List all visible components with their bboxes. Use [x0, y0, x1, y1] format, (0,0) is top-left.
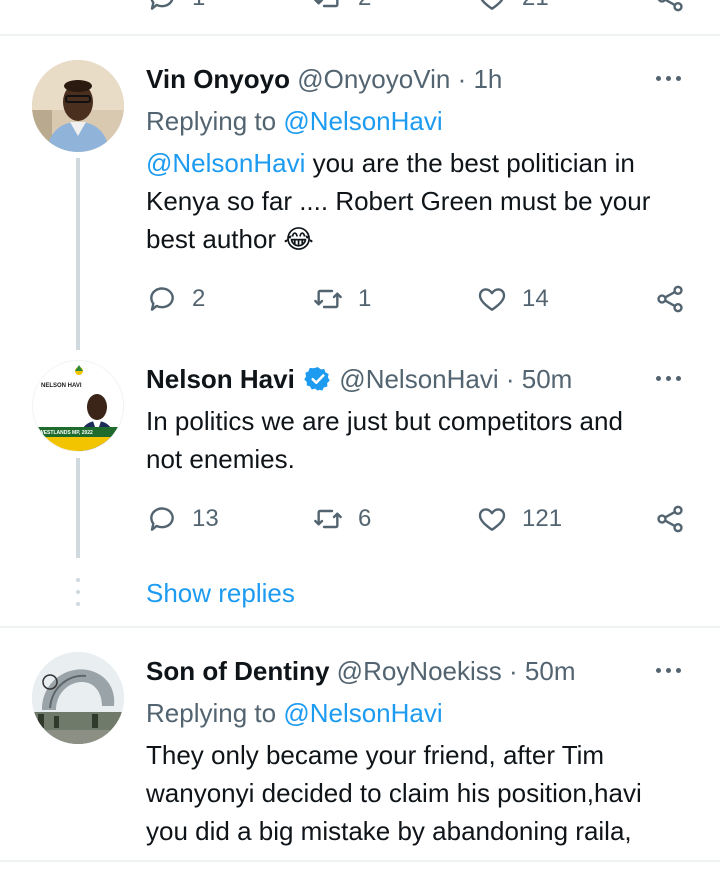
- divider-top: [0, 34, 720, 36]
- retweet-icon: [314, 289, 342, 309]
- like-count: 14: [522, 285, 549, 312]
- divider-bottom: [0, 860, 720, 862]
- more-button[interactable]: [656, 665, 686, 675]
- replying-to: Replying to @NelsonHavi: [146, 698, 443, 728]
- retweet-button[interactable]: 6: [312, 499, 371, 539]
- tweet-text-line: Kenya so far .... Robert Green must be y…: [146, 186, 651, 216]
- avatar-label-bottom: WESTLANDS MP, 2022: [39, 430, 93, 436]
- reply-icon: [150, 507, 174, 531]
- reply-count: 1: [192, 0, 205, 12]
- reply-count: 13: [192, 505, 219, 532]
- more-button[interactable]: [656, 73, 686, 83]
- more-icon: [656, 375, 661, 381]
- thread-dots: [76, 578, 80, 614]
- like-button[interactable]: 121: [476, 499, 562, 539]
- timestamp[interactable]: · 50m: [509, 656, 575, 686]
- reply-icon: [150, 0, 174, 10]
- retweet-button[interactable]: 1: [312, 279, 371, 319]
- retweet-count: 2: [358, 0, 371, 12]
- tweet-text-line: you did a big mistake by abandoning rail…: [146, 816, 632, 846]
- like-icon: [478, 288, 506, 311]
- share-button[interactable]: [654, 499, 686, 539]
- share-button[interactable]: [654, 279, 686, 319]
- like-icon: [480, 0, 504, 10]
- like-icon: [478, 508, 506, 531]
- laughing-emoji-icon: 😂: [283, 224, 314, 254]
- tweet-text-line: In politics we are just but competitors …: [146, 406, 623, 436]
- tweet-header: Vin Onyoyo @OnyoyoVin · 1h: [146, 60, 502, 98]
- campaign-poster-icon: NELSON HAVI WESTLANDS MP, 2022: [33, 361, 123, 451]
- display-name[interactable]: Vin Onyoyo: [146, 64, 290, 94]
- tweet-header: Son of Dentiny @RoyNoekiss · 50m: [146, 652, 575, 690]
- replying-to-link[interactable]: @NelsonHavi: [283, 698, 442, 728]
- tweet-text-line: best author 😂: [146, 224, 314, 254]
- reply-button[interactable]: 13: [146, 499, 219, 539]
- share-icon: [657, 505, 683, 533]
- thread-line: [76, 458, 80, 558]
- like-button[interactable]: 14: [476, 279, 549, 319]
- like-count: 21: [522, 0, 549, 12]
- tweet-text-line: They only became your friend, after Tim: [146, 740, 605, 770]
- person-photo-icon: [32, 60, 124, 152]
- like-count: 121: [522, 505, 563, 532]
- avatar-vin-onyoyo[interactable]: [32, 60, 124, 152]
- share-icon: [657, 285, 683, 313]
- more-icon: [656, 667, 661, 673]
- tweet-text-line: not enemies.: [146, 444, 295, 474]
- retweet-icon: [314, 509, 342, 529]
- handle[interactable]: @RoyNoekiss: [337, 656, 502, 686]
- timestamp[interactable]: · 1h: [458, 64, 503, 94]
- retweet-count: 6: [358, 505, 372, 532]
- tweet-text-line: wanyonyi decided to claim his position,h…: [146, 778, 642, 808]
- more-button[interactable]: [656, 373, 686, 383]
- retweet-count: 1: [358, 285, 372, 312]
- display-name[interactable]: Nelson Havi: [146, 364, 295, 394]
- like-button[interactable]: 21: [476, 0, 549, 18]
- avatar-label-top: NELSON HAVI: [41, 383, 82, 389]
- building-photo-icon: [32, 652, 124, 744]
- reply-button[interactable]: 2: [146, 279, 205, 319]
- retweet-icon: [314, 0, 339, 8]
- replying-to-link[interactable]: @NelsonHavi: [283, 106, 442, 136]
- reply-button[interactable]: 1: [146, 0, 205, 18]
- thread-line: [76, 158, 80, 350]
- top-partial-actions: 1 2 21: [0, 0, 720, 18]
- show-replies-link[interactable]: Show replies: [146, 574, 295, 612]
- share-button[interactable]: [654, 0, 686, 18]
- divider-middle: [0, 626, 720, 628]
- avatar-nelson-havi[interactable]: NELSON HAVI WESTLANDS MP, 2022: [32, 360, 124, 452]
- verified-badge-icon: [304, 367, 330, 391]
- mention-link[interactable]: @NelsonHavi: [146, 148, 305, 178]
- timestamp[interactable]: · 50m: [506, 364, 572, 394]
- avatar-son-of-dentiny[interactable]: [32, 652, 124, 744]
- handle[interactable]: @NelsonHavi: [339, 364, 498, 394]
- more-icon: [656, 75, 661, 81]
- reply-icon: [150, 287, 174, 311]
- handle[interactable]: @OnyoyoVin: [297, 64, 450, 94]
- reply-count: 2: [192, 285, 206, 312]
- share-icon: [657, 0, 683, 12]
- tweet-text-line: @NelsonHavi you are the best politician …: [146, 148, 635, 178]
- tweet-header: Nelson Havi @NelsonHavi · 50m: [146, 360, 572, 398]
- replying-to: Replying to @NelsonHavi: [146, 106, 443, 136]
- retweet-button[interactable]: 2: [312, 0, 371, 18]
- display-name[interactable]: Son of Dentiny: [146, 656, 329, 686]
